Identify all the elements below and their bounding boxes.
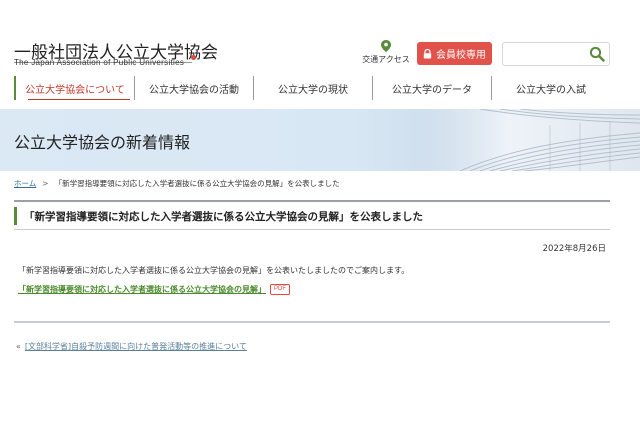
nav-item-current-state[interactable]: 公立大学の現状 — [253, 76, 372, 100]
breadcrumb-separator: > — [42, 179, 49, 188]
content-divider — [14, 321, 610, 323]
nav-item-about[interactable]: 公立大学協会について — [14, 76, 134, 100]
pdf-badge: PDF — [270, 284, 290, 295]
breadcrumb: ホーム > 「新学習指導要領に対応した入学者選抜に係る公立大学協会の見解」を公表しま… — [14, 178, 340, 189]
prev-arrow-icon: « — [16, 342, 21, 351]
member-only-button[interactable]: 会員校専用 — [417, 42, 492, 65]
lock-icon — [423, 48, 432, 58]
breadcrumb-current: 「新学習指導要領に対応した入学者選抜に係る公立大学協会の見解」を公表しました — [54, 179, 340, 188]
org-name-english: The Japan Association of Public Universi… — [14, 58, 185, 67]
attachment-link[interactable]: 「新学習指導要領に対応した入学者選抜に係る公立大学協会の見解」 — [18, 284, 266, 295]
nav-active-underline — [28, 99, 130, 100]
previous-post-link[interactable]: [文部科学省]自殺予防週間に向けた普発活動等の推進について — [25, 342, 247, 351]
map-pin-icon — [381, 40, 391, 52]
previous-post-nav: « [文部科学省]自殺予防週間に向けた普発活動等の推進について — [16, 341, 247, 352]
article-title: 「新学習指導要領に対応した入学者選抜に係る公立大学協会の見解」を公表しました — [24, 211, 423, 223]
access-label: 交通アクセス — [362, 55, 410, 64]
member-button-label: 会員校専用 — [436, 50, 486, 61]
article-heading-box: 「新学習指導要領に対応した入学者選抜に係る公立大学協会の見解」を公表しました — [14, 200, 610, 230]
nav-item-activities[interactable]: 公立大学協会の活動 — [134, 76, 253, 100]
heading-accent-bar — [14, 207, 17, 225]
document-stack-image — [420, 109, 640, 171]
nav-item-admissions[interactable]: 公立大学の入試 — [491, 76, 610, 100]
article-attachment: 「新学習指導要領に対応した入学者選抜に係る公立大学協会の見解」 PDF — [18, 284, 290, 295]
breadcrumb-home-link[interactable]: ホーム — [14, 179, 36, 188]
nav-item-data[interactable]: 公立大学のデータ — [372, 76, 491, 100]
logo-dot-icon — [191, 55, 196, 60]
page-title: 公立大学協会の新着情報 — [14, 133, 191, 152]
article-date: 2022年8月26日 — [542, 244, 606, 254]
page-banner: 公立大学協会の新着情報 — [0, 109, 640, 171]
article-body: 「新学習指導要領に対応した入学者選抜に係る公立大学協会の見解」を公表いたしました… — [18, 266, 410, 275]
site-header: 一般社団法人公立大学協会 The Japan Association of Pu… — [0, 0, 640, 72]
search-box — [502, 42, 610, 66]
search-icon[interactable] — [589, 46, 605, 62]
access-link[interactable]: 交通アクセス — [362, 40, 410, 65]
search-input[interactable] — [503, 43, 587, 65]
main-nav: 公立大学協会について 公立大学協会の活動 公立大学の現状 公立大学のデータ 公立… — [14, 76, 610, 100]
